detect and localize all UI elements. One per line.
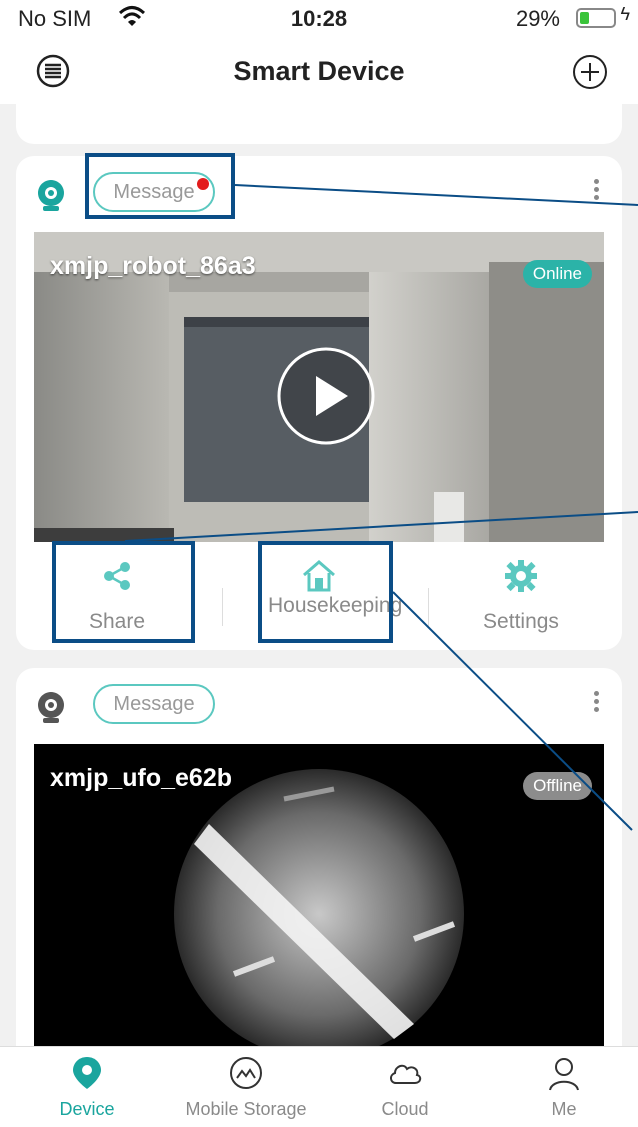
device-card: Message xmjp_ufo_e62b Offline (16, 668, 622, 1046)
camera-icon (34, 178, 68, 212)
settings-label: Settings (483, 610, 559, 633)
home-icon (301, 558, 337, 594)
tab-mobile-storage[interactable]: Mobile Storage (166, 1047, 326, 1127)
status-badge: Online (522, 260, 592, 288)
device-card: Message xmjp_robot_86a3 Online Share Hou… (16, 156, 622, 650)
tab-bar: Device Mobile Storage Cloud Me (0, 1046, 638, 1127)
message-button[interactable]: Message (93, 684, 215, 724)
camera-icon (34, 690, 68, 724)
device-name: xmjp_ufo_e62b (50, 764, 233, 792)
share-button[interactable]: Share (16, 542, 218, 642)
tab-device[interactable]: Device (7, 1047, 167, 1127)
previous-device-card (16, 104, 622, 144)
tab-label: Device (59, 1099, 115, 1119)
settings-button[interactable]: Settings (420, 542, 622, 642)
gear-icon (503, 558, 539, 594)
unread-dot (197, 178, 209, 190)
share-icon (99, 558, 135, 594)
person-icon (546, 1055, 582, 1093)
camera-preview[interactable]: xmjp_ufo_e62b Offline (34, 744, 604, 1046)
tab-label: Cloud (381, 1099, 429, 1119)
housekeeping-button[interactable]: Housekeeping (218, 542, 420, 642)
play-icon[interactable] (276, 346, 376, 446)
share-label: Share (88, 610, 146, 633)
more-options-icon[interactable] (586, 176, 606, 210)
housekeeping-label: Housekeeping (268, 594, 403, 617)
status-bar: No SIM 10:28 29% ϟ (0, 0, 638, 40)
gallery-icon (228, 1055, 264, 1093)
page-title: Smart Device (233, 56, 405, 86)
charging-icon: ϟ (620, 4, 630, 24)
nav-bar: Smart Device (0, 40, 638, 104)
device-actions: Share Housekeeping Settings (16, 542, 622, 642)
more-options-icon[interactable] (586, 688, 606, 722)
tab-label: Mobile Storage (185, 1099, 307, 1119)
cloud-icon (387, 1055, 423, 1093)
tab-me[interactable]: Me (484, 1047, 638, 1127)
add-device-button[interactable] (572, 54, 608, 90)
camera-preview[interactable]: xmjp_robot_86a3 Online (34, 232, 604, 542)
battery-fill (580, 12, 589, 24)
device-name: xmjp_robot_86a3 (50, 252, 256, 280)
location-pin-icon (69, 1055, 105, 1093)
status-badge: Offline (523, 772, 592, 800)
device-list[interactable]: Message xmjp_robot_86a3 Online Share Hou… (0, 104, 638, 1046)
message-label: Message (113, 693, 195, 715)
tab-label: Me (551, 1099, 577, 1119)
battery-percent: 29% (515, 6, 560, 31)
message-label: Message (113, 181, 195, 203)
battery-icon (576, 8, 616, 28)
tab-cloud[interactable]: Cloud (325, 1047, 485, 1127)
message-button[interactable]: Message (93, 172, 215, 212)
